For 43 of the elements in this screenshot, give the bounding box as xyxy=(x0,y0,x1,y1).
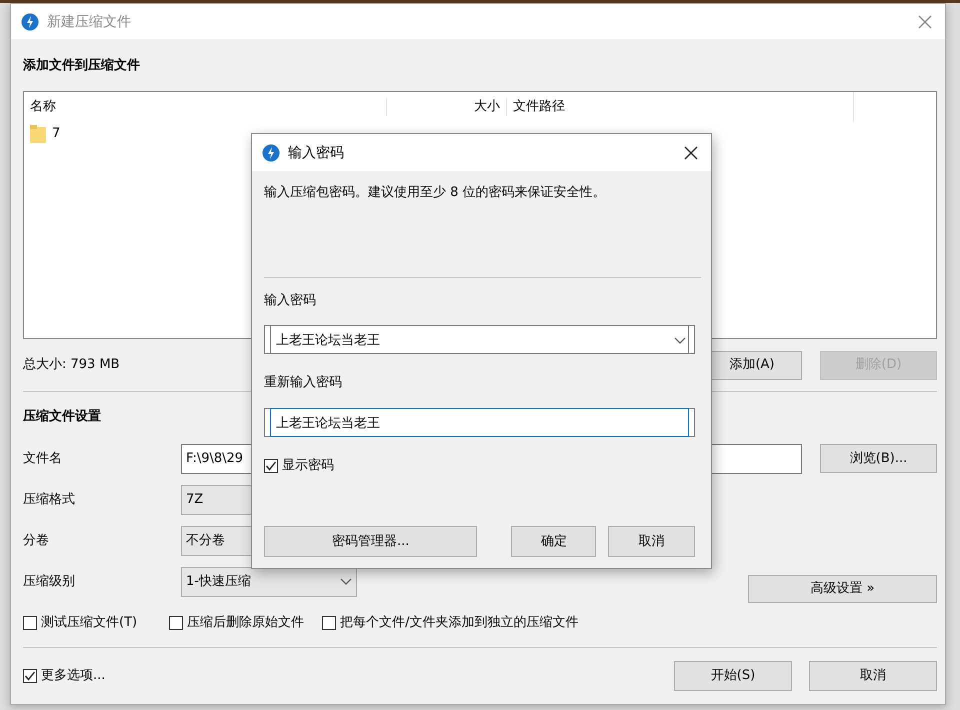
start-button[interactable]: 开始(S) xyxy=(674,661,792,691)
advanced-settings-button[interactable]: 高级设置 » xyxy=(748,574,937,602)
folder-icon xyxy=(30,125,46,143)
chevron-down-icon xyxy=(674,337,686,345)
dialog-title: 输入密码 xyxy=(288,144,344,162)
browse-button[interactable]: 浏览(B)... xyxy=(820,444,937,473)
field-label: 输入密码 xyxy=(264,292,316,310)
section-heading: 添加文件到压缩文件 xyxy=(23,57,140,75)
close-icon xyxy=(918,14,932,28)
checkbox[interactable] xyxy=(322,616,336,630)
app-icon xyxy=(262,144,280,162)
window-title: 新建压缩文件 xyxy=(47,12,131,30)
column-header[interactable]: 大小 xyxy=(386,98,506,116)
cancel-button[interactable]: 取消 xyxy=(809,661,937,691)
checkbox[interactable] xyxy=(264,459,278,473)
chevron-down-icon xyxy=(340,578,352,586)
section-heading: 压缩文件设置 xyxy=(23,408,101,426)
file-name: 7 xyxy=(52,125,60,143)
field-label: 分卷 xyxy=(23,532,50,550)
ok-button[interactable]: 确定 xyxy=(511,526,596,557)
app-icon xyxy=(21,12,39,30)
checkbox-label[interactable]: 显示密码 xyxy=(282,457,334,475)
password-field[interactable]: 上老王论坛当老王 xyxy=(270,408,689,437)
checkbox[interactable] xyxy=(169,616,184,630)
checkbox-label[interactable]: 测试压缩文件(T) xyxy=(41,614,138,632)
checkbox-label[interactable]: 压缩后删除原始文件 xyxy=(187,614,304,632)
field-label: 重新输入密码 xyxy=(264,374,342,392)
field-label: 压缩格式 xyxy=(23,490,76,508)
dropdown[interactable]: 1-快速压缩 xyxy=(181,566,357,596)
checkbox[interactable] xyxy=(23,669,37,683)
checkbox-label[interactable]: 把每个文件/文件夹添加到独立的压缩文件 xyxy=(340,614,578,632)
checkbox-label[interactable]: 更多选项... xyxy=(41,667,106,685)
cancel-button[interactable]: 取消 xyxy=(608,526,695,557)
column-header[interactable]: 名称 xyxy=(24,98,386,116)
dialog-message: 输入压缩包密码。建议使用至少 8 位的密码来保证安全性。 xyxy=(264,184,606,202)
checkbox[interactable] xyxy=(23,616,37,630)
total-size: 总大小: 793 MB xyxy=(23,356,120,374)
password-combobox[interactable]: 上老王论坛当老王 xyxy=(270,325,689,354)
close-icon xyxy=(684,146,698,160)
field-label: 压缩级别 xyxy=(23,572,76,590)
column-header[interactable]: 文件路径 xyxy=(506,98,853,116)
field-label: 文件名 xyxy=(23,450,63,468)
password-manager-button[interactable]: 密码管理器... xyxy=(264,526,478,557)
